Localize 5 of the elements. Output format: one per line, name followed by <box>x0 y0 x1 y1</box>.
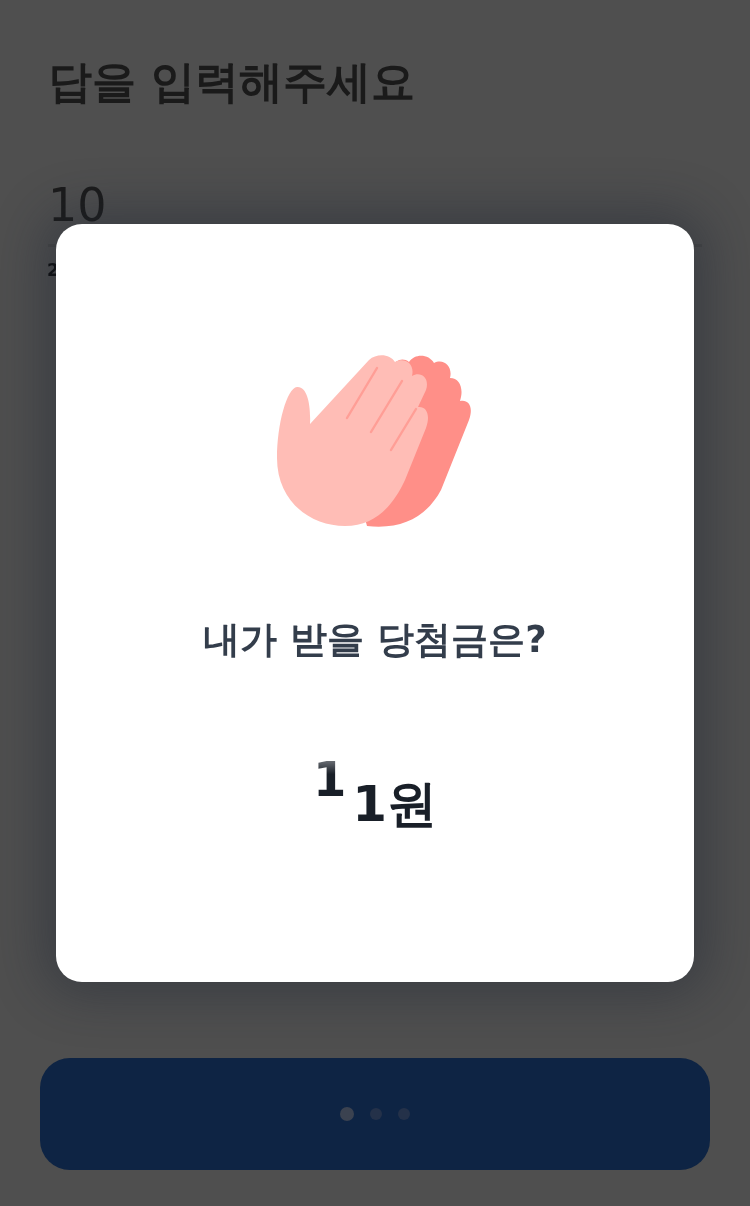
prize-question: 내가 받을 당첨금은? <box>203 617 547 663</box>
loading-dot-icon <box>340 1107 354 1121</box>
rolling-digit: 1 <box>312 755 347 803</box>
prize-amount: 1원 <box>352 779 438 829</box>
submit-button[interactable] <box>40 1058 710 1170</box>
